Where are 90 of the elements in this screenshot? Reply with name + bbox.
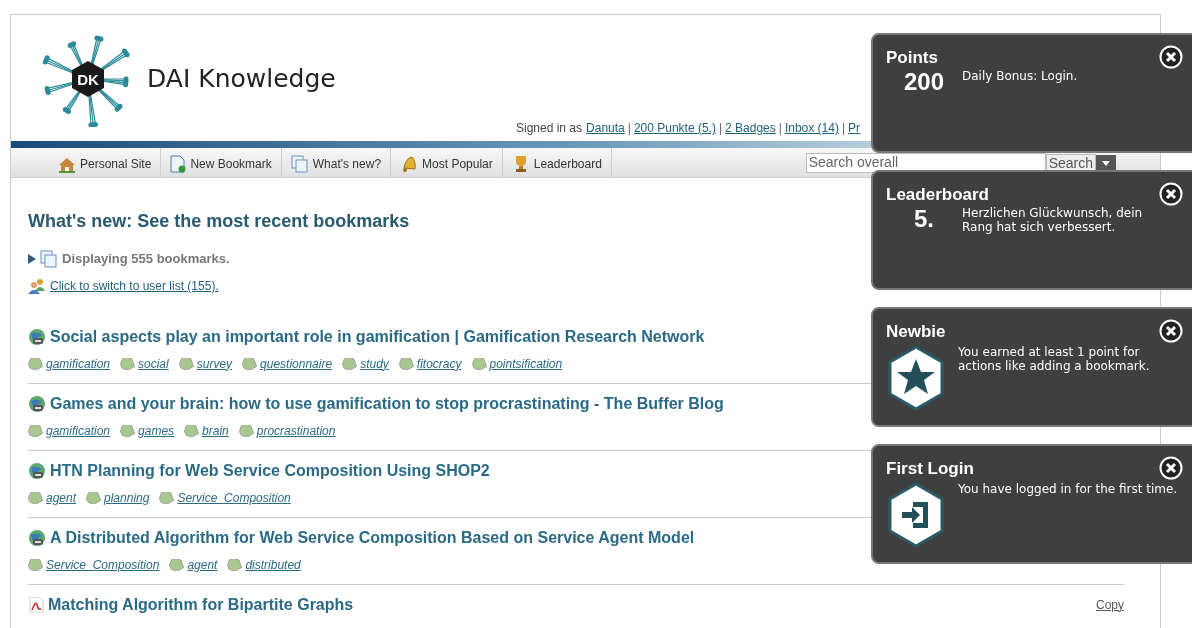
- tag-icon: [227, 558, 244, 571]
- tag-icon: [184, 424, 201, 437]
- page-heading: What's new: See the most recent bookmarks: [28, 210, 410, 233]
- tag-icon: [242, 357, 259, 370]
- bookmark-title-link[interactable]: HTN Planning for Web Service Composition Using SHOP2: [50, 458, 490, 483]
- tag-link[interactable]: distributed: [245, 555, 301, 574]
- notification-message: Herzlichen Glückwunsch, dein Rang hat sich verbessert.: [962, 205, 1144, 234]
- nav-tab[interactable]: Leaderboard: [502, 148, 612, 177]
- bookmark-title-link[interactable]: Matching Algorithm for Bipartite Graphs: [48, 592, 354, 617]
- close-icon[interactable]: [1159, 182, 1183, 206]
- tag-link[interactable]: pointsification: [489, 354, 563, 373]
- network-logo: DK: [41, 31, 135, 127]
- header-link[interactable]: 200 Punkte (5.): [633, 119, 716, 137]
- globe-link-icon: [28, 461, 46, 480]
- pdf-icon: [28, 596, 44, 613]
- login-badge-icon: [886, 481, 946, 548]
- tag-icon: [120, 424, 137, 437]
- tag-icon: [86, 491, 103, 504]
- close-icon[interactable]: [1159, 45, 1183, 69]
- tag-icon: [238, 424, 255, 437]
- notification-title: Leaderboard: [886, 184, 989, 206]
- tag-link[interactable]: brain: [202, 421, 229, 440]
- star-badge-icon: [886, 344, 946, 411]
- switch-user-list-link[interactable]: Click to switch to user list (155).: [50, 276, 219, 295]
- tag-link[interactable]: fitocracy: [416, 354, 462, 373]
- nav-tab[interactable]: New Bookmark: [161, 148, 282, 177]
- tag-icon: [120, 357, 137, 370]
- link-separator: |: [718, 120, 723, 137]
- nav-tab[interactable]: Most Popular: [391, 148, 503, 177]
- tag-link[interactable]: agent: [187, 555, 218, 574]
- bookmark-title-link[interactable]: A Distributed Algorithm for Web Service Composition Based on Service Agent Model: [50, 525, 695, 550]
- tag-link[interactable]: survey: [196, 354, 233, 373]
- tag-link[interactable]: games: [138, 421, 175, 440]
- tag-icon: [28, 424, 44, 437]
- notification-title: First Login: [886, 458, 974, 480]
- link-separator: |: [627, 120, 631, 137]
- notification-message: You earned at least 1 point for actions like adding a bookmark.: [958, 344, 1151, 373]
- tag-icon: [169, 558, 186, 571]
- tag-icon: [28, 558, 44, 571]
- house-icon: [58, 157, 76, 173]
- document-plus-icon: [170, 155, 187, 173]
- globe-link-icon: [28, 528, 46, 547]
- notification-message: You have logged in for the first time.: [958, 481, 1178, 496]
- link-separator: |: [841, 120, 846, 137]
- signed-in-label: Signed in as: [516, 120, 583, 137]
- notification-value: 5.: [913, 203, 935, 234]
- tag-link[interactable]: procrastination: [256, 421, 336, 440]
- dropdown-icon[interactable]: [1096, 154, 1116, 171]
- close-icon[interactable]: [1159, 456, 1183, 480]
- notification-value: 200: [902, 66, 945, 97]
- globe-link-icon: [28, 394, 46, 413]
- header-link[interactable]: Danuta: [586, 119, 625, 137]
- documents-icon: [40, 249, 58, 268]
- tag-link[interactable]: study: [360, 354, 389, 373]
- tag-link[interactable]: agent: [46, 488, 77, 507]
- tag-icon: [28, 491, 44, 504]
- search-button[interactable]: Search: [1045, 153, 1096, 172]
- globe-link-icon: [28, 327, 46, 346]
- copy-link[interactable]: Copy: [1096, 595, 1124, 614]
- header-link[interactable]: 2 Badges: [725, 119, 776, 137]
- users-icon: [28, 277, 46, 294]
- documents-icon: [290, 155, 309, 173]
- tag-link[interactable]: Service_Composition: [177, 488, 291, 507]
- bell-icon: [400, 155, 419, 173]
- header-link[interactable]: Pr: [848, 119, 861, 137]
- tag-icon: [159, 491, 176, 504]
- nav-tab[interactable]: Personal Site: [49, 148, 162, 177]
- tag-icon: [178, 357, 195, 370]
- tag-icon: [28, 357, 44, 370]
- tag-link[interactable]: gamification: [46, 354, 111, 373]
- tag-link[interactable]: Service_Composition: [46, 555, 160, 574]
- bookmark-count: Displaying 555 bookmarks.: [62, 250, 230, 268]
- site-title: DAI Knowledge: [147, 63, 336, 96]
- close-icon[interactable]: [1159, 319, 1183, 343]
- tag-link[interactable]: questionnaire: [260, 354, 333, 373]
- tag-icon: [471, 357, 488, 370]
- bookmark-title-link[interactable]: Games and your brain: how to use gamification to stop procrastinating - The Buffer Blog: [50, 391, 724, 416]
- header-link[interactable]: Inbox (14): [784, 119, 839, 137]
- tag-link[interactable]: planning: [104, 488, 150, 507]
- nav-tab[interactable]: What's new?: [281, 148, 392, 177]
- tag-link[interactable]: gamification: [46, 421, 111, 440]
- tag-link[interactable]: social: [138, 354, 169, 373]
- bookmark-title-link[interactable]: Social aspects play an important role in gamification | Gamification Research Network: [50, 324, 705, 349]
- tag-icon: [342, 357, 359, 370]
- notification-title: Newbie: [886, 321, 946, 343]
- link-separator: |: [778, 120, 782, 137]
- notification-message: Daily Bonus: Login.: [962, 68, 1079, 83]
- expand-triangle-icon[interactable]: [28, 253, 36, 264]
- notification-title: Points: [886, 47, 938, 69]
- tag-icon: [398, 357, 415, 370]
